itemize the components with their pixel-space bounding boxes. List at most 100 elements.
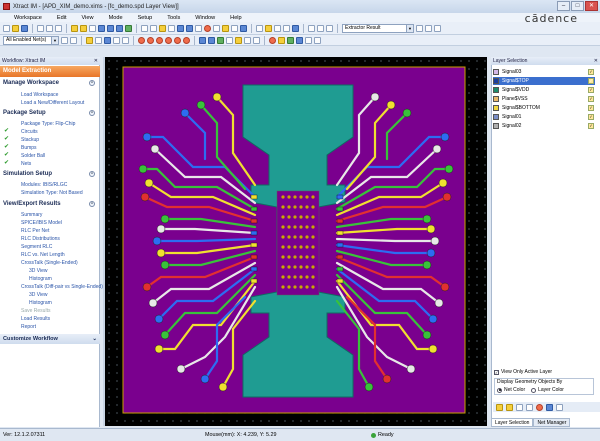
tab-net-manager[interactable]: Net Manager (533, 418, 571, 427)
menu-mode[interactable]: Mode (109, 15, 123, 21)
link-circuits[interactable]: Circuits (21, 129, 38, 135)
menu-edit[interactable]: Edit (57, 15, 67, 21)
layer-visible-checkbox[interactable]: ✓ (588, 96, 594, 102)
view-side-icon[interactable] (156, 36, 163, 44)
link-simulation-type[interactable]: Simulation Type: Not Based (21, 190, 83, 196)
section-manage-workspace[interactable]: Manage Workspace ^ (3, 80, 95, 86)
next-view-icon[interactable] (122, 36, 129, 44)
link-bumps[interactable]: Bumps (21, 145, 37, 151)
view-back-icon[interactable] (174, 36, 181, 44)
layer-visible-checkbox[interactable]: ✓ (588, 69, 594, 75)
layer-item[interactable]: Signal$TOP ✓ (493, 77, 595, 85)
link-save-results[interactable]: Save Results (21, 308, 50, 314)
view-only-checkbox[interactable]: ✓ (494, 369, 499, 375)
zoom-in-icon[interactable] (98, 24, 105, 32)
layer-all-icon[interactable] (305, 36, 312, 44)
collapse-icon[interactable]: ^ (89, 80, 95, 86)
run-icon[interactable] (416, 24, 423, 32)
layout-canvas[interactable] (105, 57, 487, 426)
layer-color-radio[interactable] (531, 387, 537, 393)
view-iso-icon[interactable] (183, 36, 190, 44)
menu-help[interactable]: Help (230, 15, 242, 21)
copy-icon[interactable] (46, 24, 53, 32)
layer-visible-checkbox[interactable]: ✓ (588, 78, 594, 84)
extract-icon[interactable] (256, 24, 263, 32)
close-button[interactable]: ✕ (585, 1, 598, 11)
link-modules[interactable]: Modules: IBIS/RLGC (21, 182, 67, 188)
highlight-icon[interactable] (159, 24, 166, 32)
link-stackup[interactable]: Stackup (21, 137, 39, 143)
grid-icon[interactable] (195, 24, 202, 32)
link-rlc-distributions[interactable]: RLC Distributions (21, 236, 60, 242)
paste-icon[interactable] (55, 24, 62, 32)
collapse-icon[interactable]: ^ (89, 110, 95, 116)
layer-none-icon[interactable] (314, 36, 321, 44)
mirror-icon[interactable] (208, 36, 215, 44)
filter-clear-icon[interactable] (70, 36, 77, 44)
menu-view[interactable]: View (82, 15, 94, 21)
link-package-type[interactable]: Package Type: Flip-Chip (21, 121, 75, 127)
text-icon[interactable] (231, 24, 238, 32)
report-icon[interactable] (274, 24, 281, 32)
layer-item[interactable]: Signal01 ✓ (493, 113, 595, 121)
hide-all-icon[interactable] (526, 403, 533, 411)
layer-item[interactable]: Signal$VDD ✓ (493, 86, 595, 94)
record-icon[interactable] (204, 24, 211, 32)
simulate-icon[interactable] (265, 24, 272, 32)
net-icon[interactable] (186, 24, 193, 32)
select-icon[interactable] (141, 24, 148, 32)
print-icon[interactable] (253, 36, 260, 44)
section-view-export[interactable]: View/Export Results ^ (3, 201, 95, 207)
shade-icon[interactable] (217, 36, 224, 44)
link-load-workspace[interactable]: Load Workspace (21, 92, 58, 98)
layer-item[interactable]: Signal$BOTTOM ✓ (493, 104, 595, 112)
link-spice-model[interactable]: SPICE/IBIS Model (21, 220, 62, 226)
result-select[interactable]: Extractor Result ▼ (342, 23, 414, 33)
link-rlc-per-net[interactable]: RLC Per Net (21, 228, 49, 234)
mode-header[interactable]: Model Extraction (0, 66, 100, 77)
link-histogram[interactable]: Histogram (29, 276, 52, 282)
link-summary[interactable]: Summary (21, 212, 42, 218)
section-simulation-setup[interactable]: Simulation Setup ^ (3, 171, 95, 177)
customize-workflow-header[interactable]: Customize Workflow ⌄ (0, 334, 100, 344)
net-filter-select[interactable]: All Enabled Net(s) ▼ (3, 35, 59, 45)
layer-item[interactable]: Signal03 ✓ (493, 68, 595, 76)
link-crosstalk-diff[interactable]: CrossTalk (Diff-pair vs Single-Ended) (21, 284, 103, 290)
layer-icon[interactable] (177, 24, 184, 32)
probe-icon[interactable] (308, 24, 315, 32)
wire-icon[interactable] (226, 36, 233, 44)
save-icon[interactable] (21, 24, 28, 32)
export-icon[interactable] (283, 24, 290, 32)
measure-icon[interactable] (168, 24, 175, 32)
tab-layer-selection[interactable]: Layer Selection (491, 418, 534, 427)
link-3d-view[interactable]: 3D View (29, 268, 48, 274)
layer-yellow-icon[interactable] (278, 36, 285, 44)
link-solder-ball[interactable]: Solder Ball (21, 153, 45, 159)
new-icon[interactable] (3, 24, 10, 32)
link-crosstalk-se[interactable]: CrossTalk (Single-Ended) (21, 260, 78, 266)
rotate-icon[interactable] (199, 36, 206, 44)
link-3d-view-diff[interactable]: 3D View (29, 292, 48, 298)
prev-view-icon[interactable] (113, 36, 120, 44)
port-icon[interactable] (317, 24, 324, 32)
link-histogram-diff[interactable]: Histogram (29, 300, 52, 306)
section-package-setup[interactable]: Package Setup ^ (3, 110, 95, 116)
menu-window[interactable]: Window (195, 15, 215, 21)
view-top-icon[interactable] (138, 36, 145, 44)
minimize-button[interactable]: – (557, 1, 570, 11)
hand-icon[interactable] (95, 36, 102, 44)
link-load-results[interactable]: Load Results (21, 316, 50, 322)
collapse-icon[interactable]: ^ (89, 201, 95, 207)
view3d-icon[interactable] (240, 24, 247, 32)
close-icon[interactable]: ✕ (94, 57, 98, 65)
view-bottom-icon[interactable] (147, 36, 154, 44)
view-only-active-option[interactable]: ✓ View Only Active Layer (494, 369, 552, 375)
link-nets[interactable]: Nets (21, 161, 31, 167)
table-icon[interactable] (434, 24, 441, 32)
pan-icon[interactable] (150, 24, 157, 32)
layer-visible-checkbox[interactable]: ✓ (588, 123, 594, 129)
cut-icon[interactable] (37, 24, 44, 32)
refresh-icon[interactable] (556, 403, 563, 411)
show-all-icon[interactable] (516, 403, 523, 411)
close-icon[interactable]: ✕ (594, 57, 598, 65)
